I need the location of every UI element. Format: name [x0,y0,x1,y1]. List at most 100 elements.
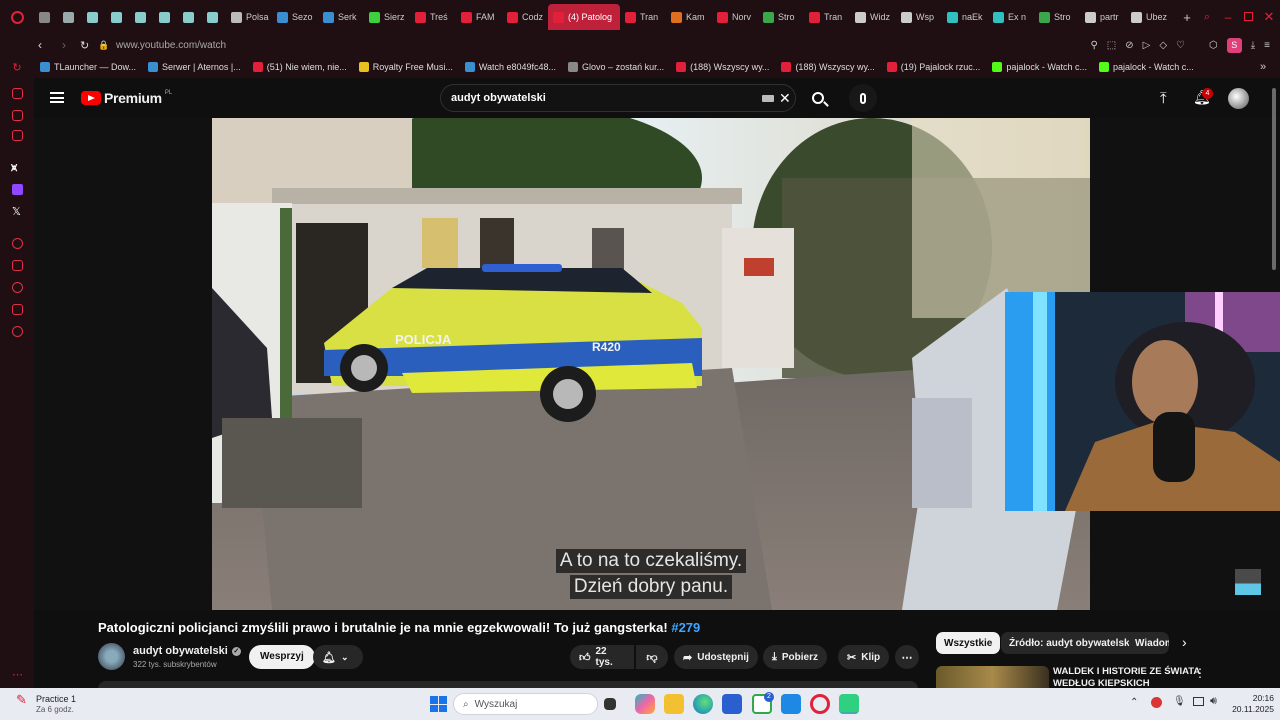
browser-tab[interactable]: Ex n [988,4,1034,30]
search-input[interactable]: audyt obywatelski [440,84,796,112]
browser-tab[interactable]: Kam [666,4,712,30]
sidebar-kick-icon[interactable]: ⩙ [11,162,17,175]
bookmark-item[interactable]: Glovo – zostań kur... [562,62,670,72]
bookmark-item[interactable]: pajalock - Watch c... [986,62,1093,72]
bookmark-item[interactable]: (19) Pajalock rzuc... [881,62,987,72]
sidebar-settings-icon[interactable] [12,326,23,337]
video-hashtag[interactable]: #279 [671,620,700,635]
sidebar-messenger-icon[interactable] [12,110,23,121]
browser-tab[interactable]: Codz [502,4,548,30]
browser-tab[interactable] [130,4,154,30]
browser-tab[interactable] [178,4,202,30]
edge-icon[interactable] [693,694,713,714]
bookmark-item[interactable]: Watch e8049fc48... [459,62,562,72]
minimize-button[interactable]: – [1218,10,1238,24]
clear-search-icon[interactable]: ✕ [779,90,791,107]
channel-watermark[interactable] [1235,569,1261,595]
bookmark-item[interactable]: (51) Nie wiem, nie... [247,62,353,72]
sidebar-history-icon[interactable] [12,282,23,293]
sidebar-music-icon[interactable] [12,88,23,99]
store-icon[interactable] [722,694,742,714]
browser-tab[interactable]: Polsa [226,4,272,30]
bookmark-item[interactable]: Serwer | Aternos |... [142,62,247,72]
windows-start-icon[interactable] [428,694,448,714]
chip-news[interactable]: Wiadom [1129,632,1169,654]
chip-all[interactable]: Wszystkie [936,632,1001,654]
download-button[interactable]: ⤓ Pobierz [763,645,827,669]
clip-button[interactable]: ✂ Klip [838,645,890,669]
bookmark-item[interactable]: Royalty Free Musi... [353,62,459,72]
calendar-app-icon[interactable]: ✎ [16,692,32,707]
browser-tab[interactable]: Norv [712,4,758,30]
snapshot-icon[interactable]: ⬚ [1107,40,1116,51]
bookmark-item[interactable]: (188) Wszyscy wy... [775,62,880,72]
browser-tab[interactable]: naEk [942,4,988,30]
recommended-more-icon[interactable]: ⋮ [1194,666,1206,680]
browser-tab[interactable] [58,4,82,30]
lock-icon[interactable]: 🔒 [98,40,110,51]
recommended-thumbnail[interactable] [936,666,1049,688]
back-icon[interactable]: ‹ [38,38,52,52]
video-player[interactable]: POLICJA R420 [212,118,1090,610]
browser-tab[interactable]: Treś [410,4,456,30]
dislike-button[interactable]: 👎︎ [636,645,668,669]
upload-icon[interactable]: ⤒ [1160,90,1167,107]
shield-icon[interactable]: ◇ [1159,40,1167,51]
opera-taskbar-icon[interactable] [810,694,830,714]
voice-search-button[interactable] [849,84,877,112]
vscode-icon[interactable] [781,694,801,714]
search-tabs-icon[interactable]: ⌕ [1196,11,1218,24]
keyboard-icon[interactable] [762,95,774,102]
tray-security-icon[interactable] [1151,697,1162,708]
sidebar-wallet-icon[interactable] [12,260,23,271]
bookmark-item[interactable]: TLauncher — Dow... [34,62,142,72]
browser-tab[interactable]: Sezo [272,4,318,30]
reload-icon[interactable]: ↻ [80,39,94,52]
chips-next-icon[interactable]: › [1182,634,1187,650]
bookmarks-overflow-icon[interactable]: » [1260,61,1280,73]
browser-tab[interactable]: Sierz [364,4,410,30]
calendar-event-title[interactable]: Practice 1 [36,694,76,704]
browser-tab[interactable]: (4) Patolog [548,4,620,30]
subscription-bell-button[interactable]: 🔔︎ ⌄ [313,645,363,669]
browser-tab[interactable] [202,4,226,30]
tray-mic-icon[interactable]: 🎙︎ [1173,696,1186,707]
play-icon[interactable]: ▷ [1143,40,1151,51]
account-avatar[interactable] [1228,88,1249,109]
browser-tab[interactable]: FAM [456,4,502,30]
download-icon[interactable]: ⤓ [1251,40,1255,51]
sidebar-x-icon[interactable]: 𝕏 [12,205,21,218]
android-app-icon[interactable] [839,694,859,714]
tray-volume-icon[interactable]: 🔊︎ [1210,695,1217,708]
browser-tab[interactable] [82,4,106,30]
browser-tab[interactable]: Widz [850,4,896,30]
browser-tab[interactable] [106,4,130,30]
heart-icon[interactable]: ♡ [1176,40,1185,51]
bookmark-item[interactable]: (188) Wszyscy wy... [670,62,775,72]
search-button[interactable] [800,84,836,112]
adblock-icon[interactable]: ⊘ [1125,40,1133,51]
maximize-button[interactable] [1238,8,1258,26]
channel-avatar[interactable] [98,643,125,670]
more-actions-button[interactable]: ⋯ [895,645,919,669]
browser-tab[interactable]: Wsp [896,4,942,30]
sidebar-instagram-icon[interactable] [12,130,23,141]
recommended-title[interactable]: WALDEK I HISTORIE ZE ŚWIATA WEDŁUG KIEPS… [1053,666,1200,690]
youtube-logo[interactable]: Premium PL [81,90,172,106]
hamburger-menu-icon[interactable] [50,92,64,103]
extensions-icon[interactable]: ⬡ [1209,40,1218,51]
bookmark-item[interactable]: pajalock - Watch c... [1093,62,1200,72]
tray-monitor-icon[interactable] [1193,697,1204,706]
channel-name[interactable]: audyt obywatelski ✓ [133,645,241,657]
browser-tab[interactable]: partr [1080,4,1126,30]
browser-tab[interactable]: Ubez [1126,4,1172,30]
tray-overflow-icon[interactable]: ⌃ [1130,697,1138,708]
browser-tab[interactable] [154,4,178,30]
refresh-sidebar-icon[interactable]: ↻ [0,61,34,74]
new-tab-button[interactable]: + [1178,10,1196,25]
browser-tab[interactable]: Stro [1034,4,1080,30]
tray-clock[interactable]: 20:16 20.11.2025 [1228,693,1274,715]
task-view-icon[interactable] [604,698,616,710]
browser-tab[interactable] [34,4,58,30]
forward-icon[interactable]: › [62,38,76,52]
